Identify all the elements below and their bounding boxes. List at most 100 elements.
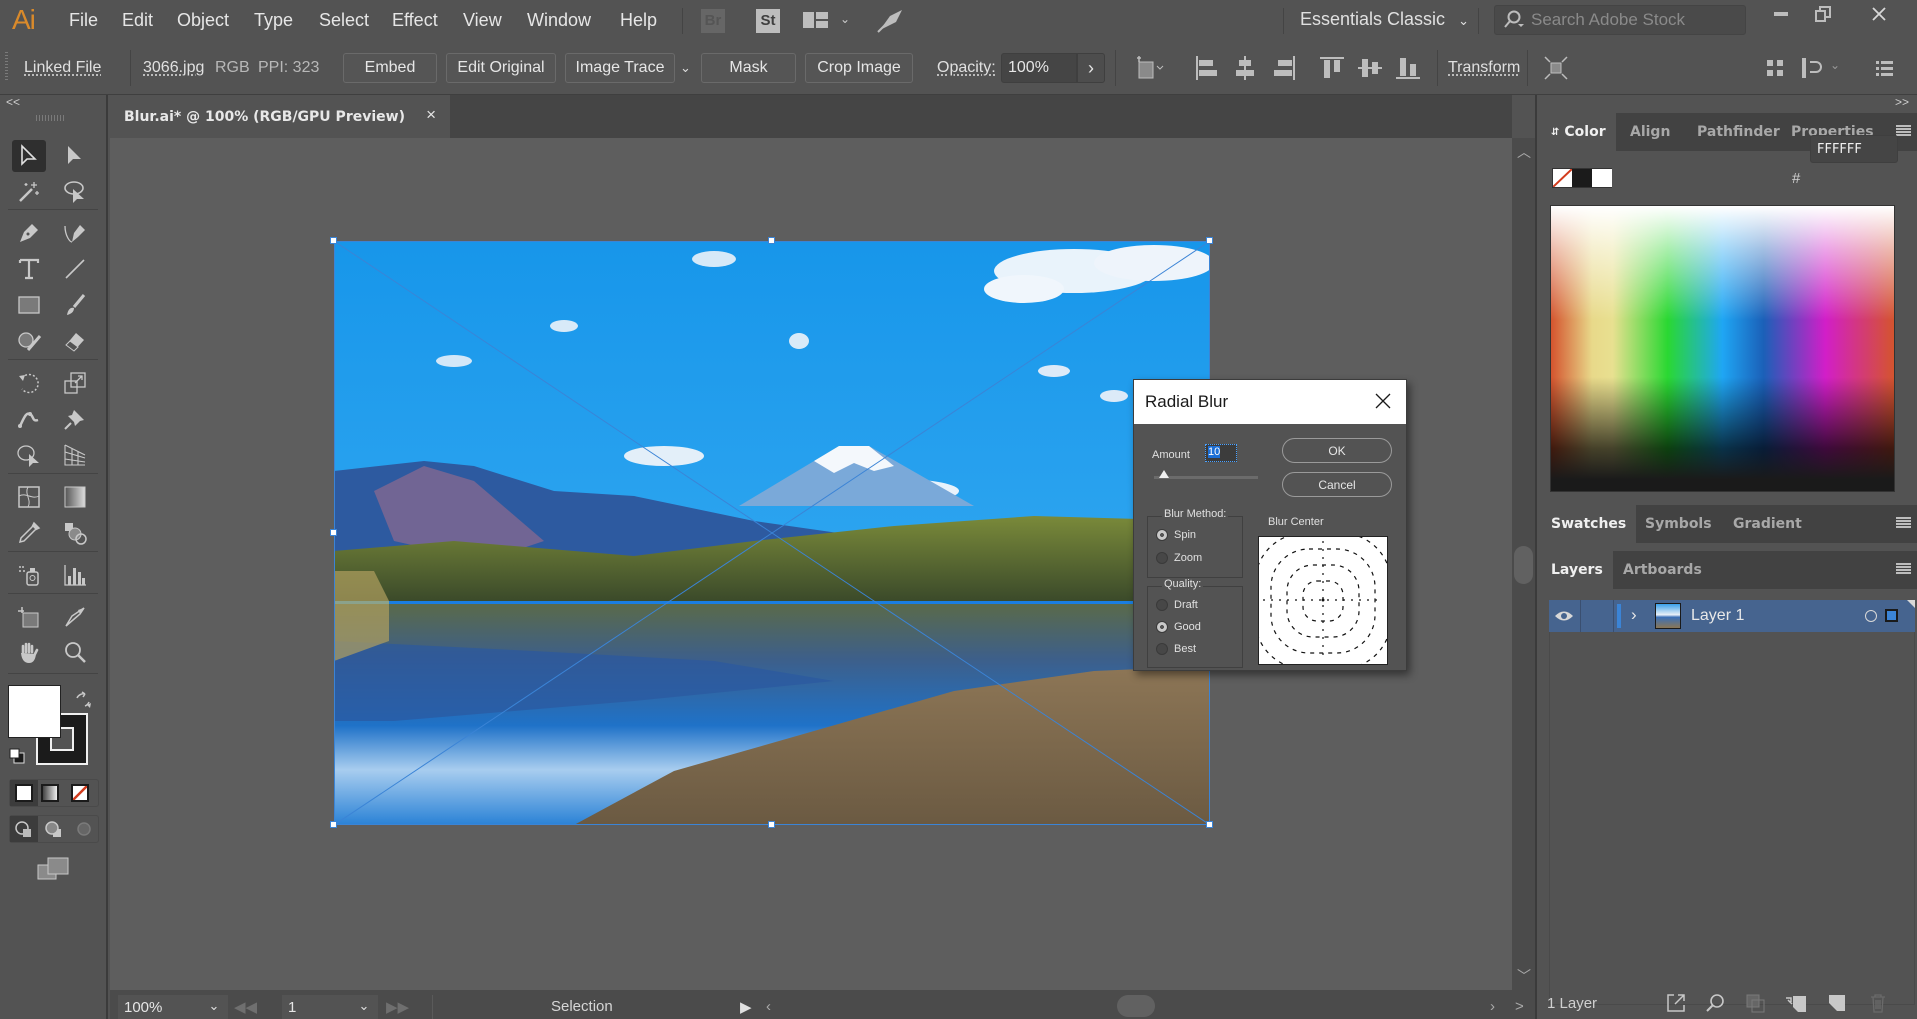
new-layer-icon[interactable] [1826,992,1848,1014]
make-clipping-mask-icon[interactable] [1744,992,1766,1014]
align-bottom-icon[interactable] [1394,54,1422,82]
paintbrush-tool[interactable] [58,289,92,321]
white-swatch[interactable] [1592,169,1612,187]
artboard-dropdown-icon[interactable]: ⌄ [350,995,378,1019]
resize-handle-bottom[interactable] [768,821,775,828]
tab-align[interactable]: Align [1620,113,1680,151]
artboard-tool[interactable] [12,601,46,633]
scroll-left-icon[interactable]: ‹ [766,998,771,1015]
stock-icon[interactable]: St [756,9,780,33]
align-middle-icon[interactable] [1356,54,1384,82]
tab-symbols[interactable]: Symbols [1635,505,1722,543]
toolbar-grip[interactable] [36,115,66,121]
black-swatch[interactable] [1572,169,1592,187]
opacity-expand-button[interactable]: › [1077,53,1105,83]
radio-best[interactable]: Best [1156,643,1196,655]
edit-original-button[interactable]: Edit Original [446,53,556,83]
tab-pathfinder[interactable]: Pathfinder [1687,113,1790,151]
mesh-tool[interactable] [12,481,46,513]
expand-panel-icon[interactable]: > [1515,998,1524,1015]
default-fill-stroke-icon[interactable] [8,747,26,765]
scroll-up-icon[interactable]: ︿ [1517,142,1531,162]
mask-button[interactable]: Mask [701,53,796,83]
dialog-title-bar[interactable]: Radial Blur [1134,380,1406,424]
perspective-grid-tool[interactable] [58,439,92,471]
radio-button[interactable] [1156,599,1168,611]
zoom-tool[interactable] [58,637,92,669]
resize-handle-top[interactable] [768,237,775,244]
tab-gradient[interactable]: Gradient [1723,505,1812,543]
delete-layer-icon[interactable] [1867,992,1889,1014]
layer-target-icon[interactable] [1865,610,1877,622]
chevron-down-icon[interactable]: ⌄ [840,12,850,26]
align-to-icon[interactable] [1133,54,1164,82]
layer-name[interactable]: Layer 1 [1691,607,1744,625]
none-mode-button[interactable] [71,784,89,802]
draw-normal-button[interactable] [10,816,38,842]
opacity-label[interactable]: Opacity: [937,59,996,77]
radio-spin[interactable]: Spin [1156,529,1196,541]
expand-layer-icon[interactable]: › [1631,605,1637,625]
layer-selection-indicator[interactable] [1885,609,1898,622]
gradient-mode-button[interactable] [41,784,59,802]
dialog-close-button[interactable] [1370,388,1396,414]
layer-row[interactable]: › Layer 1 [1549,600,1915,632]
color-spectrum[interactable] [1550,205,1895,492]
image-trace-dropdown-icon[interactable]: ⌄ [680,60,691,76]
shape-builder-tool[interactable] [12,439,46,471]
hand-tool[interactable] [12,637,46,669]
control-bar-grip[interactable] [5,52,8,82]
curvature-tool[interactable] [58,217,92,249]
color-mode-button[interactable] [10,780,38,806]
resize-handle-top-left[interactable] [330,237,337,244]
snap-options-icon[interactable] [1796,54,1824,82]
menu-view[interactable]: View [463,10,502,31]
align-center-icon[interactable] [1231,54,1259,82]
collapse-panels-icon[interactable]: >> [1895,95,1909,109]
transform-link[interactable]: Transform [1448,59,1520,77]
bridge-icon[interactable]: Br [701,9,725,33]
grid-options-icon[interactable] [1761,54,1789,82]
selection-tool[interactable] [12,140,46,172]
chevron-down-icon[interactable]: ⌄ [1830,58,1840,72]
amount-slider[interactable] [1154,470,1258,479]
radio-zoom[interactable]: Zoom [1156,552,1202,564]
fill-swatch[interactable] [8,685,61,738]
hex-color-input[interactable] [1810,135,1898,163]
radio-button[interactable] [1156,621,1168,633]
locate-object-icon[interactable] [1704,992,1726,1014]
panel-menu-icon[interactable] [1896,563,1911,575]
scroll-right-icon[interactable]: › [1490,998,1495,1015]
menu-edit[interactable]: Edit [122,10,153,31]
first-artboard-icon[interactable]: ◀◀ [234,998,257,1016]
minimize-button[interactable] [1760,0,1802,28]
visibility-toggle[interactable] [1549,600,1579,632]
horizontal-scroll-thumb[interactable] [1117,995,1155,1017]
shaper-tool[interactable] [12,325,46,357]
radio-draft[interactable]: Draft [1156,599,1198,611]
zoom-level-field[interactable]: 100% [118,995,200,1019]
opacity-input[interactable] [1001,53,1077,83]
create-sublayer-icon[interactable] [1784,992,1806,1014]
status-menu-icon[interactable]: ▶ [740,998,752,1016]
resize-handle-top-right[interactable] [1206,237,1213,244]
menu-help[interactable]: Help [620,10,657,31]
gradient-tool[interactable] [58,481,92,513]
change-screen-mode-icon[interactable] [36,855,70,883]
column-graph-tool[interactable] [58,559,92,591]
close-window-button[interactable] [1858,0,1900,28]
embed-button[interactable]: Embed [343,53,437,83]
resize-handle-bottom-right[interactable] [1206,821,1213,828]
crop-image-button[interactable]: Crop Image [805,53,913,83]
blur-center-preview[interactable] [1254,532,1392,670]
export-icon[interactable] [1665,992,1687,1014]
tab-layers[interactable]: Layers [1541,551,1613,589]
current-tool-label[interactable]: Selection [551,998,613,1015]
amount-slider-thumb[interactable] [1159,470,1170,478]
swap-fill-stroke-icon[interactable] [74,691,92,709]
symbol-sprayer-tool[interactable] [12,559,46,591]
none-swatch[interactable] [1552,168,1573,188]
menu-select[interactable]: Select [319,10,369,31]
workspace-switcher[interactable]: Essentials Classic ⌄ [1300,9,1469,30]
gpu-performance-icon[interactable] [876,8,906,34]
